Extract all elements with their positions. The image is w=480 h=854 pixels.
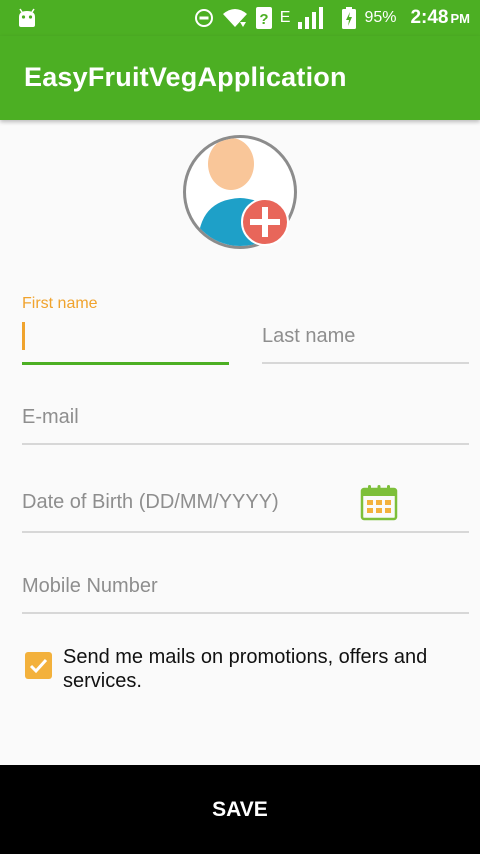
svg-text:?: ?	[259, 11, 268, 28]
battery-icon	[342, 7, 357, 29]
dob-underline	[22, 531, 469, 533]
signal-question-icon: ?	[255, 7, 272, 29]
promo-checkbox-label[interactable]: Send me mails on promotions, offers and …	[63, 645, 463, 693]
android-icon	[19, 8, 35, 27]
save-button-label: SAVE	[212, 798, 268, 821]
clock-time: 2:48	[410, 7, 449, 28]
wifi-icon	[222, 9, 247, 27]
dnd-icon	[194, 9, 213, 27]
dob-field[interactable]: Date of Birth (DD/MM/YYYY)	[22, 488, 469, 534]
clock: 2:48 PM	[410, 7, 470, 29]
mobile-field[interactable]: Mobile Number	[22, 572, 469, 616]
mobile-placeholder: Mobile Number	[22, 575, 158, 597]
email-placeholder: E-mail	[22, 406, 79, 428]
last-name-underline	[262, 362, 469, 364]
mobile-underline	[22, 612, 469, 614]
calendar-icon[interactable]	[360, 484, 398, 521]
signal-icon	[298, 7, 324, 29]
status-bar: ? E 95% 2:48 PM	[0, 0, 480, 36]
first-name-label: First name	[22, 295, 98, 312]
email-field[interactable]: E-mail	[22, 403, 469, 447]
app-bar: EasyFruitVegApplication	[0, 36, 480, 120]
email-underline	[22, 443, 469, 445]
app-title: EasyFruitVegApplication	[24, 62, 347, 92]
checkbox-checked-icon	[29, 658, 48, 674]
last-name-field[interactable]: Last name	[262, 322, 469, 366]
promo-checkbox[interactable]	[25, 652, 52, 679]
dob-placeholder: Date of Birth (DD/MM/YYYY)	[22, 491, 279, 513]
add-photo-icon[interactable]	[240, 197, 290, 247]
clock-ampm: PM	[450, 11, 471, 26]
network-type: E	[279, 9, 291, 26]
status-icons: ? E 95% 2:48 PM	[194, 0, 470, 36]
text-cursor	[22, 322, 25, 350]
battery-percent: 95%	[364, 9, 397, 26]
first-name-underline	[22, 362, 229, 365]
last-name-placeholder: Last name	[262, 325, 356, 347]
save-button[interactable]: SAVE	[0, 765, 480, 854]
